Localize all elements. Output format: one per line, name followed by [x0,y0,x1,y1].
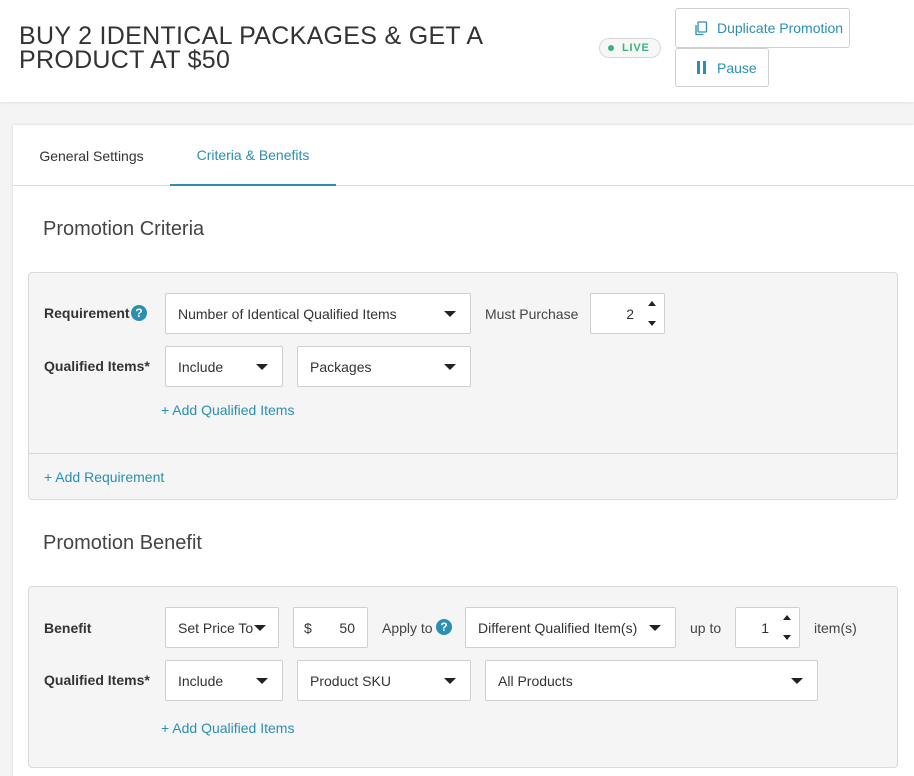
chevron-down-icon [444,363,456,370]
live-dot-icon [608,45,614,51]
up-to-value: 1 [761,619,769,636]
benefit-price-input[interactable]: $ 50 [293,607,368,648]
chevron-down-icon [649,624,661,631]
benefit-price-value: 50 [339,619,355,636]
qualified-mode-select[interactable]: Include [165,346,283,387]
duplicate-promotion-label: Duplicate Promotion [717,20,844,36]
copy-icon [694,20,708,36]
stepper-arrows [775,608,799,647]
benefit-qualified-type-value: Product SKU [310,672,391,689]
chevron-down-icon [444,677,456,684]
stepper-arrows [640,294,664,333]
status-badge-label: LIVE [622,42,650,54]
tab-criteria-benefits[interactable]: Criteria & Benefits [170,125,336,186]
currency-symbol: $ [304,619,312,636]
apply-to-value: Different Qualified Item(s) [478,619,638,636]
requirement-label: Requirement [44,305,130,321]
duplicate-promotion-button[interactable]: Duplicate Promotion [675,8,850,48]
qualified-items-label: Qualified Items* [44,358,150,374]
benefit-type-select[interactable]: Set Price To [165,607,279,648]
requirement-select[interactable]: Number of Identical Qualified Items [165,293,471,334]
benefit-label: Benefit [44,620,92,636]
benefit-qualified-items-label: Qualified Items* [44,672,150,688]
chevron-down-icon [444,310,456,317]
qualified-type-select[interactable]: Packages [297,346,471,387]
chevron-down-icon [791,677,803,684]
decrement-arrow-icon[interactable] [775,628,799,648]
pause-label: Pause [717,59,757,76]
benefit-qualified-type-select[interactable]: Product SKU [297,660,471,701]
page-title: BUY 2 IDENTICAL PACKAGES & GET A PRODUCT… [19,22,483,74]
chevron-down-icon [256,363,268,370]
must-purchase-stepper[interactable]: 2 [590,293,665,334]
promotion-card: General Settings Criteria & Benefits Pro… [13,125,914,776]
add-requirement-link[interactable]: + Add Requirement [44,469,164,485]
must-purchase-label: Must Purchase [485,306,579,322]
panel-divider [29,453,897,454]
add-qualified-items-link[interactable]: + Add Qualified Items [161,402,294,418]
up-to-label: up to [690,620,722,636]
pause-button[interactable]: Pause [675,48,769,87]
benefit-add-qualified-items-link[interactable]: + Add Qualified Items [161,720,294,736]
promotion-benefit-title: Promotion Benefit [43,532,202,554]
chevron-down-icon [256,677,268,684]
items-unit-label: item(s) [814,620,857,636]
apply-to-select[interactable]: Different Qualified Item(s) [465,607,676,648]
benefit-panel: Benefit Set Price To $ 50 Apply to ? Dif… [28,586,898,768]
up-to-stepper[interactable]: 1 [735,607,800,648]
status-badge: LIVE [599,38,661,58]
tab-general-settings[interactable]: General Settings [13,125,170,186]
increment-arrow-icon[interactable] [775,608,799,628]
qualified-type-value: Packages [310,358,372,375]
benefit-qualified-mode-value: Include [178,672,224,689]
benefit-type-value: Set Price To [178,619,254,636]
decrement-arrow-icon[interactable] [640,314,664,334]
increment-arrow-icon[interactable] [640,294,664,314]
apply-to-label: Apply to [382,620,433,636]
benefit-qualified-scope-select[interactable]: All Products [485,660,818,701]
qualified-mode-value: Include [178,358,224,375]
requirement-help-icon[interactable]: ? [131,305,147,321]
chevron-down-icon [254,624,266,631]
pause-icon [696,60,708,75]
criteria-panel: Requirement ? Number of Identical Qualif… [28,272,898,500]
tab-bar: General Settings Criteria & Benefits [13,125,914,186]
benefit-qualified-mode-select[interactable]: Include [165,660,283,701]
benefit-qualified-scope-value: All Products [498,672,573,689]
promotion-criteria-title: Promotion Criteria [43,218,205,240]
apply-to-help-icon[interactable]: ? [436,619,452,635]
page-header: BUY 2 IDENTICAL PACKAGES & GET A PRODUCT… [0,0,914,102]
requirement-select-value: Number of Identical Qualified Items [178,305,397,322]
must-purchase-value: 2 [626,305,634,322]
